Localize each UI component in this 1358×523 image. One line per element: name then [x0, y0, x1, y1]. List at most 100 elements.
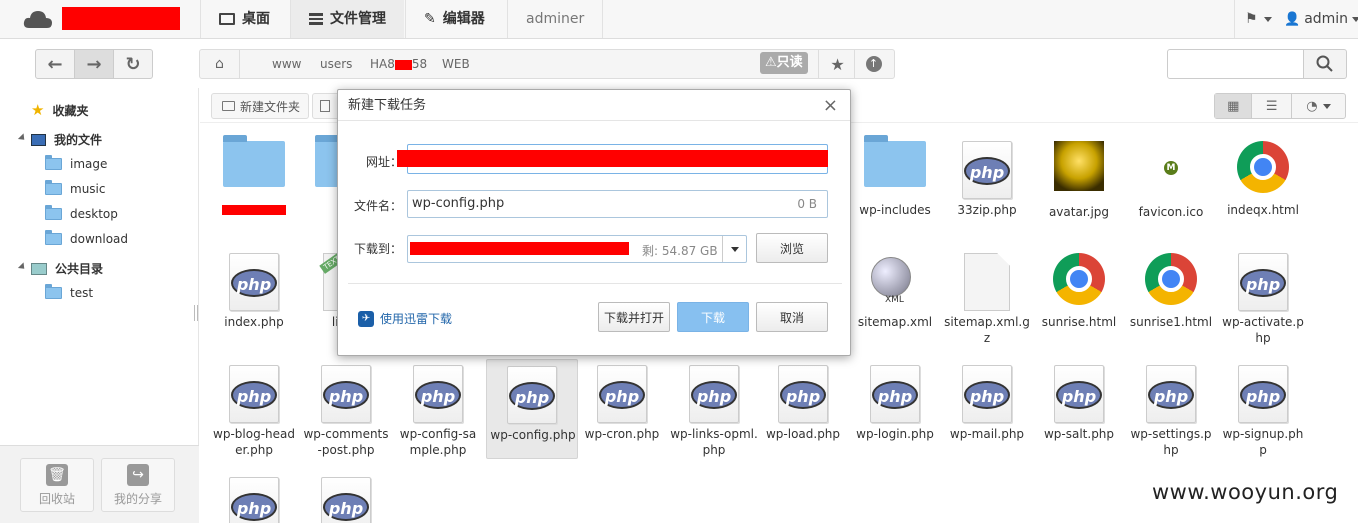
- nav-file-manager[interactable]: 文件管理: [290, 0, 404, 38]
- cancel-button[interactable]: 取消: [756, 302, 828, 332]
- file-name: wp-cron.php: [584, 427, 660, 441]
- top-nav-bar: 桌面 文件管理 ✎ 编辑器 adminer ⚑ 👤 admin: [0, 0, 1358, 39]
- file-item[interactable]: indeqx.html: [1217, 123, 1309, 235]
- file-item[interactable]: sunrise.html: [1033, 235, 1125, 347]
- crumb-users[interactable]: users: [320, 50, 352, 78]
- crumb-web[interactable]: WEB: [442, 50, 470, 78]
- file-item[interactable]: avatar.jpg: [1033, 123, 1125, 235]
- sidebar-item-test[interactable]: test: [45, 284, 94, 300]
- user-menu[interactable]: 👤 admin: [1284, 0, 1358, 38]
- file-item[interactable]: wp-load.php: [757, 347, 849, 459]
- my-share-button[interactable]: ↪ 我的分享: [101, 458, 175, 512]
- chevron-down-icon: [1352, 16, 1358, 22]
- download-open-label: 下载并打开: [603, 310, 664, 325]
- sidebar-item-public[interactable]: 公共目录: [31, 260, 103, 277]
- crumb-ha-end: 58: [411, 57, 428, 71]
- file-item-selected[interactable]: wp-config.php: [486, 359, 578, 459]
- sidebar-resize-handle[interactable]: [194, 305, 198, 321]
- nav-adminer[interactable]: adminer: [507, 0, 604, 38]
- dialog-divider: [348, 283, 842, 284]
- php-file-icon: [229, 365, 279, 423]
- sort-menu-button[interactable]: ◔: [1292, 94, 1345, 118]
- new-folder-button[interactable]: 新建文件夹: [211, 93, 309, 119]
- file-item[interactable]: Mfavicon.ico: [1125, 123, 1217, 235]
- notifications-menu[interactable]: ⚑: [1234, 0, 1282, 38]
- sidebar-item-music[interactable]: music: [45, 180, 105, 196]
- list-icon: ☰: [1265, 98, 1278, 114]
- image-thumbnail-icon: [1054, 141, 1104, 191]
- file-item[interactable]: wp-salt.php: [1033, 347, 1125, 459]
- nav-desktop[interactable]: 桌面: [200, 0, 288, 38]
- nav-desktop-label: 桌面: [242, 11, 270, 27]
- saveto-dropdown[interactable]: [722, 236, 746, 262]
- file-item[interactable]: wp-comments-post.php: [300, 347, 392, 459]
- filename-field[interactable]: wp-config.php 0 B: [407, 190, 828, 218]
- parent-dir-button[interactable]: ↑: [854, 49, 892, 79]
- list-view-button[interactable]: ☰: [1252, 94, 1292, 118]
- crumb-www[interactable]: www: [272, 50, 301, 78]
- file-name: wp-settings.php: [1130, 427, 1212, 457]
- sidebar-item-image[interactable]: image: [45, 155, 107, 171]
- file-item[interactable]: wp-blog-header.php: [208, 347, 300, 459]
- folder-icon: [45, 205, 62, 220]
- file-item[interactable]: wp-activate.php: [1217, 235, 1309, 347]
- dialog-header: 新建下载任务 ×: [338, 90, 850, 121]
- browse-button[interactable]: 浏览: [756, 233, 828, 263]
- saveto-field[interactable]: 剩: 54.87 GB: [407, 235, 747, 263]
- url-field[interactable]: [397, 144, 828, 174]
- file-item[interactable]: wp-links-opml.php: [668, 347, 760, 459]
- file-item[interactable]: [208, 123, 300, 235]
- file-item[interactable]: wp-signup.php: [1217, 347, 1309, 459]
- sidebar-favorites-label: 收藏夹: [52, 103, 89, 118]
- home-crumb[interactable]: ⌂: [200, 50, 240, 78]
- file-item[interactable]: sunrise1.html: [1125, 235, 1217, 347]
- file-item[interactable]: wp-login.php: [849, 347, 941, 459]
- thunder-download-link[interactable]: ✈ 使用迅雷下载: [358, 310, 452, 327]
- refresh-button[interactable]: ↻: [114, 50, 152, 78]
- file-item[interactable]: sitemap.xml.gz: [941, 235, 1033, 347]
- forward-button[interactable]: →: [75, 50, 114, 78]
- file-name: sitemap.xml: [857, 315, 933, 329]
- close-icon[interactable]: ×: [823, 90, 838, 121]
- favorite-button[interactable]: ★: [818, 49, 856, 79]
- nav-editor[interactable]: ✎ 编辑器: [405, 0, 503, 38]
- sidebar-item-my-files[interactable]: 我的文件: [31, 131, 102, 148]
- file-name: index.php: [224, 315, 284, 329]
- file-item[interactable]: [300, 459, 392, 523]
- php-file-icon: [229, 253, 279, 311]
- file-item[interactable]: wp-config-sample.php: [392, 347, 484, 459]
- sidebar-item-favorites[interactable]: ★ 收藏夹: [31, 101, 88, 119]
- expand-arrow-icon[interactable]: [17, 262, 28, 272]
- file-item[interactable]: wp-cron.php: [576, 347, 668, 459]
- file-item[interactable]: wp-mail.php: [941, 347, 1033, 459]
- crumb-ha[interactable]: HA8 58: [370, 50, 427, 78]
- sidebar-item-download[interactable]: download: [45, 230, 128, 246]
- grid-view-button[interactable]: ▦: [1215, 94, 1253, 118]
- monitor-icon: [219, 13, 235, 25]
- file-item[interactable]: index.php: [208, 235, 300, 347]
- download-button[interactable]: 下载: [677, 302, 749, 332]
- list-icon: [309, 13, 323, 25]
- file-item[interactable]: XML sitemap.xml: [849, 235, 941, 347]
- file-name: wp-mail.php: [949, 427, 1025, 441]
- nav-file-manager-label: 文件管理: [330, 11, 386, 27]
- sidebar-item-label: test: [70, 286, 94, 300]
- php-file-icon: [870, 365, 920, 423]
- user-name: admin: [1304, 11, 1349, 27]
- file-name: wp-blog-header.php: [213, 427, 295, 457]
- search-input[interactable]: [1167, 49, 1304, 79]
- file-item[interactable]: wp-settings.php: [1125, 347, 1217, 459]
- saveto-redaction: [410, 242, 629, 255]
- back-button[interactable]: ←: [36, 50, 75, 78]
- file-item[interactable]: [208, 459, 300, 523]
- recycle-bin-button[interactable]: 🗑 回收站: [20, 458, 94, 512]
- file-item[interactable]: wp-includes: [849, 123, 941, 235]
- sidebar-footer: 🗑 回收站 ↪ 我的分享: [0, 445, 199, 523]
- sidebar-item-desktop[interactable]: desktop: [45, 205, 118, 221]
- readonly-badge: ⚠只读: [760, 52, 808, 74]
- download-and-open-button[interactable]: 下载并打开: [598, 302, 670, 332]
- nav-editor-label: 编辑器: [442, 11, 485, 27]
- search-button[interactable]: [1303, 49, 1347, 79]
- expand-arrow-icon[interactable]: [17, 133, 28, 143]
- file-item[interactable]: 33zip.php: [941, 123, 1033, 235]
